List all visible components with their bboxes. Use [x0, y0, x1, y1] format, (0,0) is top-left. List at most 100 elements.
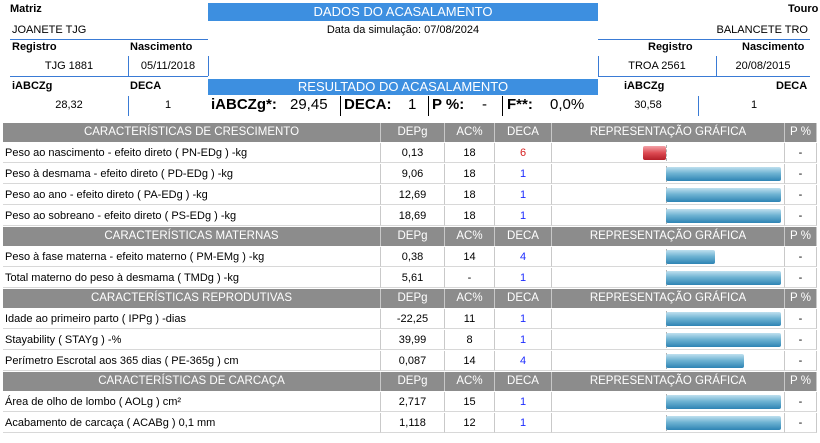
resultado-band: RESULTADO DO ACASALAMENTO	[208, 79, 598, 95]
positive-bar	[666, 167, 781, 181]
deca-value: 4	[495, 247, 552, 267]
dep-value: 39,99	[381, 330, 445, 350]
trait-name: Peso ao sobreano - efeito direto ( PS-ED…	[3, 206, 381, 226]
section-header: CARACTERÍSTICAS REPRODUTIVAS DEPg AC% DECA R…	[3, 289, 817, 308]
ac-value: 12	[445, 413, 495, 433]
table-row: Peso à desmama - efeito direto ( PD-EDg …	[3, 164, 817, 184]
ac-value: 18	[445, 206, 495, 226]
trait-name: Peso ao ano - efeito direto ( PA-EDg ) -…	[3, 185, 381, 205]
matriz-deca: 1	[164, 99, 172, 111]
dep-value: 12,69	[381, 185, 445, 205]
table-row: Área de olho de lombo ( AOLg ) cm² 2,717 1…	[3, 392, 817, 412]
graph-cell	[552, 309, 785, 329]
deca-value: 1	[495, 413, 552, 433]
col-header-dep: DEPg	[381, 372, 445, 391]
graph-cell	[552, 206, 785, 226]
matriz-label: Matriz	[10, 3, 42, 15]
positive-bar	[666, 354, 744, 368]
section-title: CARACTERÍSTICAS DE CARCAÇA	[3, 372, 381, 391]
deca-value: 1	[495, 392, 552, 412]
p-value: -	[785, 164, 817, 184]
p-value: -	[785, 185, 817, 205]
table-row: Perímetro Escrotal aos 365 dias ( PE-365…	[3, 351, 817, 371]
page-title: DADOS DO ACASALAMENTO	[313, 4, 493, 19]
title-band: DADOS DO ACASALAMENTO	[208, 3, 598, 21]
dep-value: -22,25	[381, 309, 445, 329]
table-row: Acabamento de carcaça ( ACABg ) 0,1 mm 1,…	[3, 413, 817, 433]
resultado-iabczg-label: iABCZg*:	[211, 96, 277, 113]
graph-cell	[552, 413, 785, 433]
matriz-iabczg-label: iABCZg	[12, 80, 53, 92]
resultado-p-label: P %:	[432, 96, 465, 113]
graph-cell	[552, 351, 785, 371]
deca-value: 1	[495, 185, 552, 205]
trait-name: Total materno do peso à desmama ( TMDg )…	[3, 268, 381, 288]
deca-value: 6	[495, 143, 552, 163]
positive-bar	[666, 416, 781, 430]
graph-cell	[552, 143, 785, 163]
resultado-deca-label: DECA:	[344, 96, 392, 113]
section-title: CARACTERÍSTICAS REPRODUTIVAS	[3, 289, 381, 308]
trait-name: Acabamento de carcaça ( ACABg ) 0,1 mm	[3, 413, 381, 433]
positive-bar	[666, 250, 715, 264]
table-row: Peso à fase materna - efeito materno ( P…	[3, 247, 817, 267]
touro-name: BALANCETE TRO	[716, 24, 809, 36]
ac-value: 14	[445, 351, 495, 371]
matriz-deca-label: DECA	[130, 80, 162, 92]
touro-iabczg: 30,58	[634, 99, 662, 111]
deca-value: 1	[495, 206, 552, 226]
p-value: -	[785, 247, 817, 267]
trait-name: Peso ao nascimento - efeito direto ( PN-…	[3, 143, 381, 163]
resultado-title: RESULTADO DO ACASALAMENTO	[297, 79, 509, 94]
col-header-deca: DECA	[495, 123, 552, 142]
positive-bar	[666, 271, 781, 285]
graph-cell	[552, 164, 785, 184]
col-header-dep: DEPg	[381, 227, 445, 246]
graph-cell	[552, 268, 785, 288]
graph-cell	[552, 247, 785, 267]
trait-name: Área de olho de lombo ( AOLg ) cm²	[3, 392, 381, 412]
table-row: Peso ao ano - efeito direto ( PA-EDg ) -…	[3, 185, 817, 205]
ac-value: 15	[445, 392, 495, 412]
positive-bar	[666, 395, 781, 409]
dep-value: 2,717	[381, 392, 445, 412]
negative-bar	[643, 146, 666, 160]
p-value: -	[785, 413, 817, 433]
col-header-p: P %	[785, 227, 817, 246]
section-title: CARACTERÍSTICAS MATERNAS	[3, 227, 381, 246]
matriz-name: JOANETE TJG	[12, 24, 87, 36]
col-header-ac: AC%	[445, 372, 495, 391]
col-header-graph: REPRESENTAÇÃO GRÁFICA	[552, 372, 785, 391]
touro-registro-label: Registro	[648, 41, 693, 53]
section-header: CARACTERÍSTICAS DE CARCAÇA DEPg AC% DECA REP…	[3, 372, 817, 391]
trait-name: Peso à desmama - efeito direto ( PD-EDg …	[3, 164, 381, 184]
col-header-p: P %	[785, 372, 817, 391]
resultado-deca: 1	[408, 96, 417, 113]
trait-name: Stayability ( STAYg ) -%	[3, 330, 381, 350]
ac-value: 14	[445, 247, 495, 267]
touro-deca: 1	[750, 99, 758, 111]
dep-value: 0,13	[381, 143, 445, 163]
section-header: CARACTERÍSTICAS DE CRESCIMENTO DEPg AC% DEC…	[3, 123, 817, 142]
table-row: Peso ao nascimento - efeito direto ( PN-…	[3, 143, 817, 163]
mating-header: Matriz DADOS DO ACASALAMENTO Touro JOANE…	[0, 0, 820, 118]
dep-value: 1,118	[381, 413, 445, 433]
trait-name: Peso à fase materna - efeito materno ( P…	[3, 247, 381, 267]
dep-value: 5,61	[381, 268, 445, 288]
table-row: Idade ao primeiro parto ( IPPg ) -dias -2…	[3, 309, 817, 329]
col-header-deca: DECA	[495, 372, 552, 391]
p-value: -	[785, 309, 817, 329]
col-header-graph: REPRESENTAÇÃO GRÁFICA	[552, 227, 785, 246]
deca-value: 1	[495, 268, 552, 288]
ac-value: 18	[445, 185, 495, 205]
touro-iabczg-label: iABCZg	[624, 80, 665, 92]
dep-value: 9,06	[381, 164, 445, 184]
p-value: -	[785, 351, 817, 371]
matriz-registro-label: Registro	[12, 41, 57, 53]
col-header-graph: REPRESENTAÇÃO GRÁFICA	[552, 289, 785, 308]
sim-date: Data da simulação: 07/08/2024	[326, 24, 480, 36]
deca-value: 4	[495, 351, 552, 371]
col-header-p: P %	[785, 123, 817, 142]
col-header-ac: AC%	[445, 227, 495, 246]
trait-name: Perímetro Escrotal aos 365 dias ( PE-365…	[3, 351, 381, 371]
